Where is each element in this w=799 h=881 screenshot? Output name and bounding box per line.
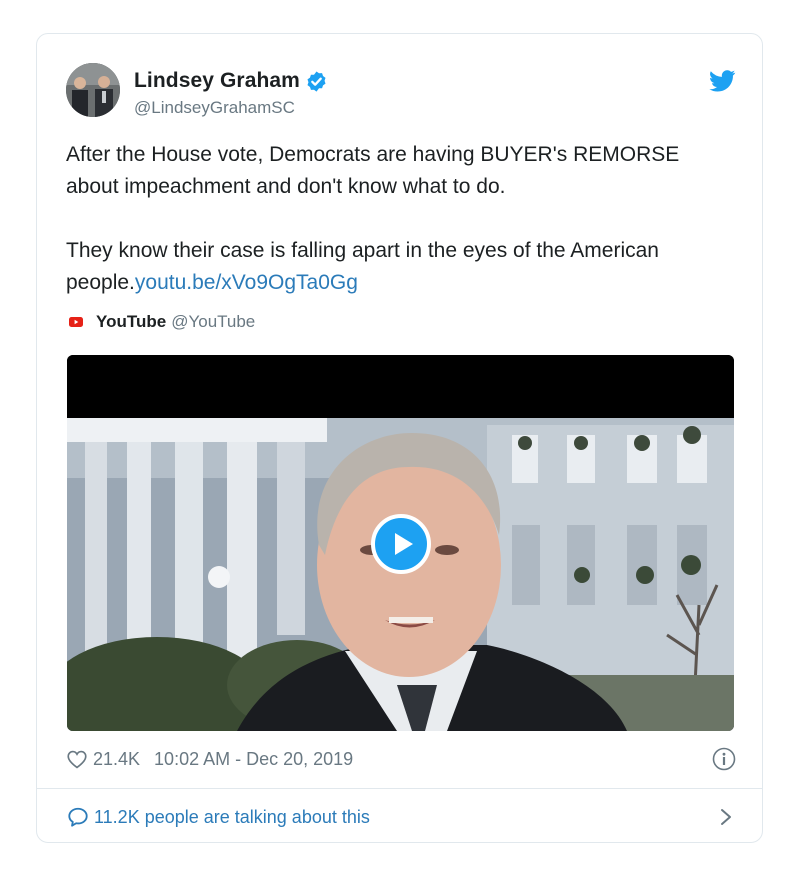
play-button[interactable] (371, 514, 431, 574)
footer-divider (37, 788, 762, 789)
youtube-icon (69, 317, 83, 327)
verified-badge-icon (307, 70, 326, 92)
youtube-link[interactable]: youtu.be/xVo9OgTa0Gg (135, 271, 358, 294)
conversation-count: 11.2K people are talking about this (94, 806, 370, 827)
author-avatar[interactable] (66, 63, 120, 117)
author-display-name[interactable]: Lindsey Graham (134, 69, 300, 93)
author-name-row: Lindsey Graham (134, 69, 328, 93)
tweet-header: Lindsey Graham @LindseyGrahamSC (66, 63, 736, 123)
like-count[interactable]: 21.4K (93, 749, 140, 770)
source-handle: @YouTube (171, 312, 256, 331)
twitter-bird-icon[interactable] (709, 70, 736, 92)
tweet-meta: 21.4K 10:02 AM - Dec 20, 2019 (67, 746, 736, 772)
source-name: YouTube (96, 312, 167, 331)
reply-bubble-icon (68, 807, 88, 827)
chevron-right-icon[interactable] (720, 808, 732, 826)
video-thumbnail[interactable] (67, 355, 734, 731)
heart-icon[interactable] (67, 750, 87, 769)
play-icon (395, 533, 413, 555)
info-icon[interactable] (712, 747, 736, 771)
conversation-link[interactable]: 11.2K people are talking about this (67, 804, 736, 830)
embedded-tweet-card: Lindsey Graham @LindseyGrahamSC After th… (36, 33, 763, 843)
author-handle[interactable]: @LindseyGrahamSC (134, 98, 295, 118)
tweet-paragraph-1: After the House vote, Democrats are havi… (66, 143, 680, 198)
tweet-timestamp[interactable]: 10:02 AM - Dec 20, 2019 (154, 749, 353, 770)
media-source[interactable]: YouTube @YouTube (69, 312, 255, 332)
tweet-paragraph-2: They know their case is falling apart in… (66, 235, 736, 299)
tweet-text: After the House vote, Democrats are havi… (66, 139, 736, 299)
